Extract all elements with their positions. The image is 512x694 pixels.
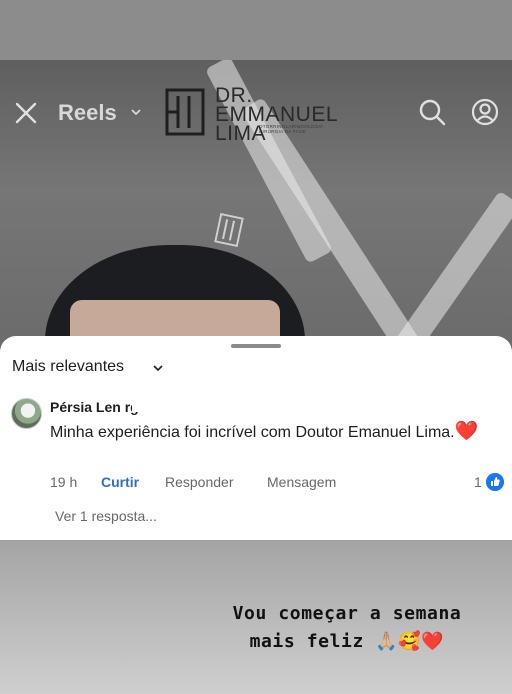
- chevron-down-icon[interactable]: [130, 106, 142, 118]
- brand-name: DR. EMMANUEL LIMA: [215, 85, 338, 144]
- story-caption: Vou começar a semana mais feliz 🙏🏼🥰❤️: [222, 600, 472, 656]
- reels-title[interactable]: Reels: [58, 100, 117, 126]
- redaction: [132, 402, 177, 412]
- sheet-drag-handle[interactable]: [231, 344, 281, 348]
- story-background-bottom: Vou começar a semana mais feliz 🙏🏼🥰❤️: [0, 540, 512, 694]
- heart-emoji: ❤️: [454, 421, 479, 442]
- comment-text: Minha experiência foi incrível com Douto…: [50, 420, 490, 445]
- thumbs-up-icon[interactable]: [486, 473, 504, 491]
- caption-line-2: mais feliz 🙏🏼🥰❤️: [222, 628, 472, 656]
- reply-button[interactable]: Responder: [165, 474, 234, 490]
- caption-emojis: 🙏🏼🥰❤️: [375, 631, 445, 652]
- chevron-down-icon[interactable]: [153, 364, 163, 372]
- profile-icon[interactable]: [471, 98, 499, 126]
- caption-line-2-text: mais feliz: [249, 631, 364, 652]
- reels-top-bar: Reels DR. EMMANUEL LIMA OTORRINOLARINGOL…: [0, 85, 512, 144]
- like-count: 1: [474, 474, 482, 490]
- comments-sheet: Mais relevantes Pérsia Len rgo Minha exp…: [0, 336, 512, 540]
- status-bar-area: [0, 0, 512, 60]
- comment-time: 19 h: [50, 474, 78, 490]
- brand-logo-icon: [165, 88, 205, 136]
- avatar[interactable]: [11, 398, 42, 429]
- sort-selector-label[interactable]: Mais relevantes: [12, 358, 124, 376]
- comment-body-text: Minha experiência foi incrível com Douto…: [50, 424, 455, 441]
- comment-actions: 19 h Curtir Responder Mensagem 1: [50, 473, 510, 494]
- like-button[interactable]: Curtir: [101, 474, 139, 490]
- message-button[interactable]: Mensagem: [267, 474, 336, 490]
- search-icon[interactable]: [418, 98, 446, 126]
- view-replies-link[interactable]: Ver 1 resposta...: [55, 508, 157, 524]
- close-icon[interactable]: [14, 101, 38, 125]
- background-light-3: [384, 190, 512, 350]
- caption-line-1: Vou começar a semana: [232, 603, 462, 624]
- brand-tagline-2: CIRURGIA DA FACE: [259, 129, 306, 134]
- brand-tagline: OTORRINOLARINGOLOGIA CIRURGIA DA FACE: [259, 124, 323, 134]
